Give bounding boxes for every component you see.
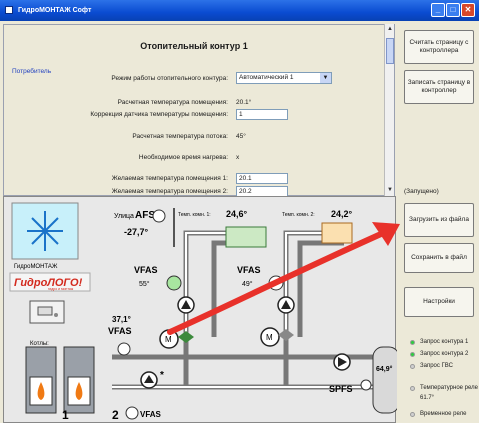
radiator-1-icon [225,226,267,248]
minimize-button[interactable]: _ [431,3,445,17]
circuit-1-indicator [410,340,415,345]
spfs-sensor-icon [360,379,372,391]
scroll-up-icon[interactable]: ▲ [386,25,394,33]
vfas2-temp: 49° [242,280,253,288]
write-page-button[interactable]: Записать страницу в контроллер [404,70,474,104]
brand-tagline: гидро и монтаж [48,287,74,291]
valve-2-icon [278,329,294,341]
desired-room-1-input[interactable]: 20.1 [236,173,288,184]
room1-temp: 24,6° [226,209,248,219]
temp-relay-indicator [410,386,415,391]
hot-water-tank-icon [372,346,400,414]
calc-room-temp-label: Расчетная температура помещения: [117,99,228,106]
motor-1-label: M [165,335,172,344]
sensor-correction-label: Коррекция датчика температуры помещения: [90,111,228,118]
scroll-thumb[interactable] [386,38,394,64]
heating-schematic: ГидроМОНТАЖ ГидроЛОГО! гидро и монтаж Ко… [9,202,400,422]
heat-time-value: x [236,154,240,161]
room2-temp: 24,2° [331,209,353,219]
street-label: Улица [114,213,134,220]
mode-select-value: Автоматический 1 [239,74,294,81]
boiler-2-number: 2 [112,408,119,422]
sensor-correction-input[interactable]: 1 [236,109,288,120]
boilers-label: Котлы: [30,341,49,347]
calc-room-temp-value: 20.1° [236,99,252,106]
mode-label: Режим работы отопительного контура: [111,75,228,82]
vfas3-sensor-icon [117,342,131,356]
valve-1-icon [178,331,194,343]
room1-label: Темп. комн. 1: [178,212,211,218]
dhw-indicator [410,364,415,369]
afs-label: AFS [135,210,155,221]
window-title: ГидроМОНТАЖ Софт [18,7,92,14]
panel-scrollbar[interactable]: ▲ ▼ [384,24,394,196]
heat-time-label: Необходимое время нагрева: [138,154,228,161]
settings-button[interactable]: Настройки [404,287,474,317]
maximize-button[interactable]: □ [446,3,460,17]
app-window: ГидроМОНТАЖ Софт _ □ ✕ Отопительный конт… [0,0,479,423]
group-label: Потребитель [12,68,52,75]
radiator-2-icon [321,222,353,244]
vfas1-sensor-icon [166,275,182,291]
room2-label: Темп. комн. 2: [282,212,315,218]
spfs-label: SPFS [329,384,353,394]
afs-temp: -27,7° [124,227,149,237]
circuit-2-indicator [410,352,415,357]
tank-temp: 64,9° [376,365,393,373]
heating-diagram: ГидроМОНТАЖ ГидроЛОГО! гидро и монтаж Ко… [3,196,400,423]
vfas1-label: VFAS [134,265,158,275]
boiler-1-number: 1 [62,408,69,422]
temp-relay-label: Температурное реле [420,385,478,391]
status-text: (Запущено) [404,188,439,195]
calc-flow-temp-value: 45° [236,133,246,140]
settings-panel: Отопительный контур 1 Потребитель Режим … [3,24,395,197]
vfas3-label: VFAS [108,326,132,336]
desired-room-2-label: Желаемая температура помещения 2: [111,188,228,195]
save-to-file-button[interactable]: Сохранить в файл [404,243,474,273]
vfas2-label: VFAS [237,265,261,275]
circuit-2-label: Запрос контура 2 [420,351,469,357]
motor-2-label: M [266,333,273,342]
close-button[interactable]: ✕ [461,3,475,17]
chevron-down-icon[interactable]: ▼ [320,73,331,83]
title-bar: ГидроМОНТАЖ Софт _ □ ✕ [0,0,479,21]
calc-flow-temp-label: Расчетная температура потока: [132,133,228,140]
logo-caption: ГидроМОНТАЖ [14,264,58,270]
mode-select[interactable]: Автоматический 1 ▼ [236,72,332,84]
read-page-button[interactable]: Считать страницу с контроллера [404,30,474,64]
pump-star: * [160,370,164,381]
vfas4-sensor-icon [125,406,139,420]
circuit-1-label: Запрос контура 1 [420,339,469,345]
desired-room-1-label: Желаемая температура помещения 1: [111,175,228,182]
app-icon [5,6,13,14]
time-relay-label: Временное реле [420,411,467,417]
vfas1-temp: 55° [139,280,150,288]
panel-title: Отопительный контур 1 [140,41,248,51]
afs-sensor-icon [152,209,166,223]
vfas4-label: VFAS [140,410,162,419]
temp-relay-value: 61.7° [420,395,435,401]
vfas3-temp: 37,1° [112,315,131,324]
load-from-file-button[interactable]: Загрузить из файла [404,203,474,237]
scroll-down-icon[interactable]: ▼ [386,186,394,194]
vfas2-sensor-icon [268,275,284,291]
time-relay-indicator [410,412,415,417]
dhw-label: Запрос ГВС [420,363,453,369]
